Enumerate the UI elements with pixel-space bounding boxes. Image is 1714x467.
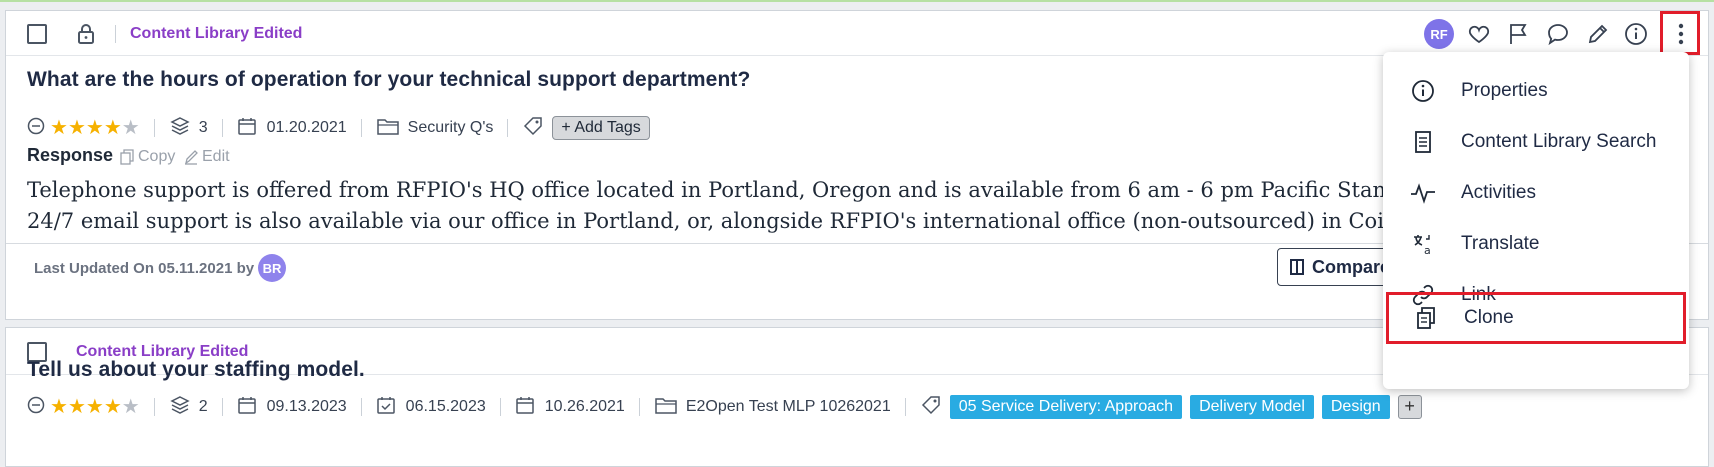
heart-icon[interactable] xyxy=(1467,22,1491,51)
menu-item-label: Content Library Search xyxy=(1461,130,1657,152)
date-label: 01.20.2021 xyxy=(266,119,347,136)
menu-item-label: Activities xyxy=(1461,181,1536,203)
divider xyxy=(507,119,509,137)
response-body[interactable]: Telephone support is offered from RFPIO'… xyxy=(27,175,1387,237)
calendar-icon xyxy=(237,395,257,420)
last-updated-text: Last Updated On 05.11.2021 by xyxy=(34,260,255,277)
response-text-line: 24/7 email support is also available via… xyxy=(27,209,1384,233)
top-accent-line xyxy=(0,0,1714,2)
folder-name[interactable]: E2Open Test MLP 10262021 xyxy=(686,398,891,416)
version-count: 3 xyxy=(198,119,208,136)
date-label: 09.13.2023 xyxy=(266,398,347,415)
response-text-line: Telephone support is offered from RFPIO'… xyxy=(27,178,1387,202)
compare-label: Compare xyxy=(1312,256,1391,277)
add-tags-button[interactable]: + Add Tags xyxy=(552,116,650,140)
star-icon[interactable]: ★ xyxy=(104,117,122,139)
star-rating[interactable]: ★★★★★ xyxy=(50,397,140,418)
calendar-icon xyxy=(237,116,257,141)
star-icon[interactable]: ★ xyxy=(122,396,140,418)
menu-item-translate[interactable]: a Translate xyxy=(1383,218,1689,269)
comment-icon[interactable] xyxy=(1546,22,1570,51)
menu-item-label: Translate xyxy=(1461,232,1540,254)
tag-icon xyxy=(522,115,544,142)
star-icon[interactable]: ★ xyxy=(86,117,104,139)
owner-initials: RF xyxy=(1430,26,1448,42)
star-icon[interactable]: ★ xyxy=(50,396,68,418)
activity-icon xyxy=(1410,180,1436,206)
flag-icon[interactable] xyxy=(1506,22,1530,51)
star-icon[interactable]: ★ xyxy=(68,117,86,139)
clone-icon xyxy=(1413,305,1439,331)
question-title-text[interactable]: Tell us about your staffing model. xyxy=(27,358,365,382)
menu-item-label: Properties xyxy=(1461,79,1548,101)
divider xyxy=(499,398,501,416)
copy-label: Copy xyxy=(138,148,176,165)
copy-button[interactable]: Copy xyxy=(120,148,175,166)
status-label: Content Library Edited xyxy=(130,25,303,42)
folder-icon xyxy=(376,116,400,141)
copy-icon xyxy=(120,149,134,165)
compare-icon xyxy=(1290,259,1304,275)
layers-icon xyxy=(169,394,191,421)
minus-circle-icon[interactable] xyxy=(27,396,45,419)
menu-item-label: Clone xyxy=(1464,307,1514,328)
star-rating[interactable]: ★★★★★ xyxy=(50,118,140,139)
question-title[interactable]: What are the hours of operation for your… xyxy=(27,68,750,92)
divider xyxy=(221,398,223,416)
star-icon[interactable]: ★ xyxy=(104,396,122,418)
star-icon[interactable]: ★ xyxy=(68,396,86,418)
more-options-menu: Properties Content Library Search Activi… xyxy=(1383,52,1689,389)
divider xyxy=(115,25,116,43)
avatar-initials: BR xyxy=(262,260,282,276)
more-vertical-icon xyxy=(1678,22,1684,51)
menu-item-content-library-search[interactable]: Content Library Search xyxy=(1383,116,1689,167)
tag-chip[interactable]: 05 Service Delivery: Approach xyxy=(949,395,1183,419)
divider xyxy=(638,398,640,416)
folder-icon xyxy=(654,395,678,420)
divider xyxy=(360,398,362,416)
meta-row: ★★★★★ 3 01.20.2021 Security Q's + Add Ta… xyxy=(27,116,650,140)
info-icon[interactable] xyxy=(1624,22,1648,51)
lock-icon xyxy=(76,23,96,45)
tag-chip[interactable]: Delivery Model xyxy=(1190,395,1314,419)
response-label: Response xyxy=(27,145,114,165)
edit-button[interactable]: Edit xyxy=(184,148,230,166)
edit-label: Edit xyxy=(202,148,230,165)
pencil-icon xyxy=(184,150,198,165)
menu-item-activities[interactable]: Activities xyxy=(1383,167,1689,218)
divider xyxy=(904,398,906,416)
layers-icon xyxy=(169,115,191,142)
version-count: 2 xyxy=(198,398,208,415)
tag-icon xyxy=(920,394,942,421)
translate-icon: a xyxy=(1410,231,1436,257)
star-icon[interactable]: ★ xyxy=(86,396,104,418)
owner-avatar[interactable]: RF xyxy=(1424,19,1454,49)
calendar-icon xyxy=(515,395,535,420)
date-label: 10.26.2021 xyxy=(544,398,625,415)
tag-chip[interactable]: Design xyxy=(1321,395,1390,419)
minus-circle-icon[interactable] xyxy=(27,117,45,140)
select-checkbox[interactable] xyxy=(27,24,47,44)
divider xyxy=(153,398,155,416)
svg-text:a: a xyxy=(1424,244,1431,256)
pencil-icon[interactable] xyxy=(1586,22,1610,51)
meta-row: ★★★★★ 2 09.13.2023 06.15.2023 10.26.2021… xyxy=(27,395,1422,419)
updated-by-avatar[interactable]: BR xyxy=(258,254,286,282)
menu-item-clone[interactable]: Clone xyxy=(1386,292,1686,344)
calendar-check-icon xyxy=(376,395,396,420)
menu-item-properties[interactable]: Properties xyxy=(1383,65,1689,116)
divider xyxy=(221,119,223,137)
divider xyxy=(153,119,155,137)
star-icon[interactable]: ★ xyxy=(50,117,68,139)
document-icon xyxy=(1410,129,1436,155)
date-label: 06.15.2023 xyxy=(405,398,486,415)
star-icon[interactable]: ★ xyxy=(122,117,140,139)
more-options-button[interactable] xyxy=(1660,11,1700,55)
info-icon xyxy=(1410,78,1436,104)
folder-name[interactable]: Security Q's xyxy=(408,119,494,137)
more-tags-button[interactable]: + xyxy=(1397,395,1422,419)
divider xyxy=(360,119,362,137)
